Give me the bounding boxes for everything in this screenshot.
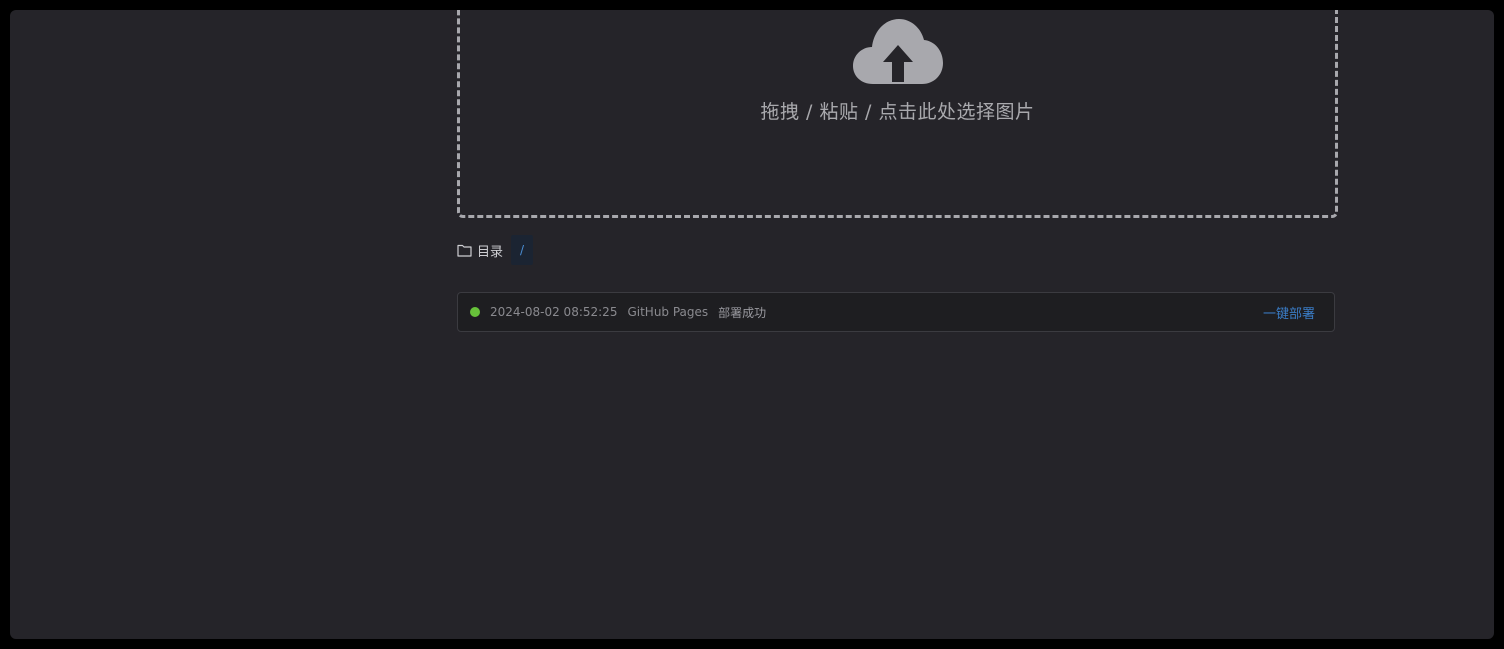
upload-hint: 拖拽 / 粘贴 / 点击此处选择图片	[760, 101, 1035, 123]
directory-label: 目录	[477, 244, 504, 260]
folder-icon	[457, 244, 472, 257]
directory-path-button[interactable]: /	[511, 235, 534, 265]
deploy-target: GitHub Pages	[627, 305, 709, 319]
one-click-deploy-button[interactable]: 一键部署	[1263, 303, 1315, 322]
status-dot-icon	[470, 307, 480, 317]
deploy-timestamp: 2024-08-02 08:52:25	[490, 305, 618, 319]
directory-breadcrumb: 目录 /	[457, 234, 534, 266]
cloud-upload-icon	[853, 19, 943, 84]
deploy-status-text: 部署成功	[718, 305, 767, 320]
app-window: 拖拽 / 粘贴 / 点击此处选择图片 目录 / 2024-08-02 08:52…	[10, 10, 1494, 639]
deploy-status-bar: 2024-08-02 08:52:25 GitHub Pages 部署成功 一键…	[457, 292, 1335, 332]
upload-dropzone[interactable]: 拖拽 / 粘贴 / 点击此处选择图片	[457, 10, 1338, 218]
